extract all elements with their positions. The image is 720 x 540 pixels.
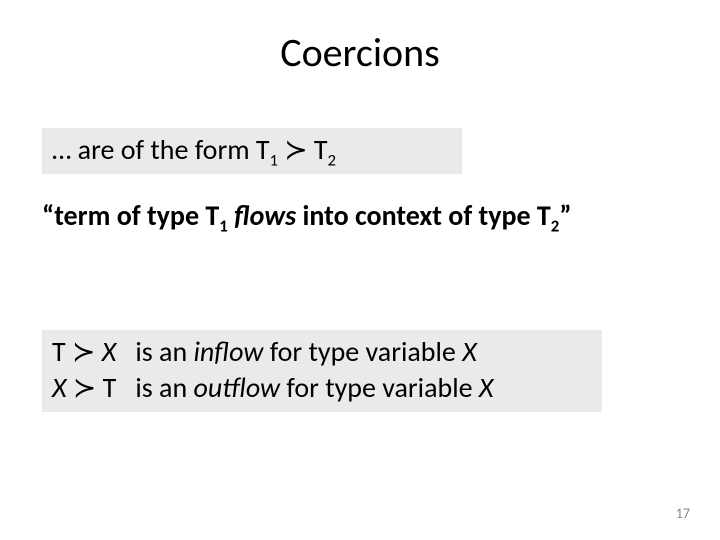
slide-title: Coercions [0, 28, 720, 77]
text: T [314, 132, 328, 167]
succ-operator: ≻ [278, 134, 314, 166]
type-var: X [95, 334, 116, 369]
inflow-line: T ≻ X is an inflow for type variable X [52, 334, 592, 370]
succ-operator: ≻ [72, 336, 95, 368]
text: T [96, 370, 116, 405]
text: T [52, 334, 72, 369]
text: … are of the form T [52, 132, 270, 167]
subscript-1: 1 [270, 150, 279, 171]
text: term of type T [54, 198, 219, 233]
open-quote: “ [42, 198, 54, 233]
text: for type variable [280, 370, 479, 405]
keyword-outflow: outflow [193, 370, 280, 405]
text: for type variable [263, 334, 462, 369]
coercion-form-box: … are of the form T1 ≻ T2 [42, 128, 462, 174]
type-var: X [52, 370, 73, 405]
slide: Coercions … are of the form T1 ≻ T2 “ter… [0, 0, 720, 540]
succ-operator: ≻ [73, 372, 96, 404]
inflow-outflow-box: T ≻ X is an inflow for type variable X X… [42, 330, 602, 412]
page-number: 17 [676, 505, 690, 522]
keyword-inflow: inflow [193, 334, 263, 369]
definition-text: “term of type T1 flows into context of t… [42, 198, 682, 233]
type-var: X [479, 370, 494, 405]
text: is an [116, 334, 193, 369]
close-quote: ” [559, 198, 571, 233]
subscript-2: 2 [328, 150, 337, 171]
flows-word: flows [228, 198, 296, 233]
type-var: X [462, 334, 477, 369]
text: into context of type T [296, 198, 551, 233]
text: is an [116, 370, 193, 405]
subscript-1: 1 [219, 216, 228, 237]
outflow-line: X ≻ T is an outflow for type variable X [52, 370, 592, 406]
